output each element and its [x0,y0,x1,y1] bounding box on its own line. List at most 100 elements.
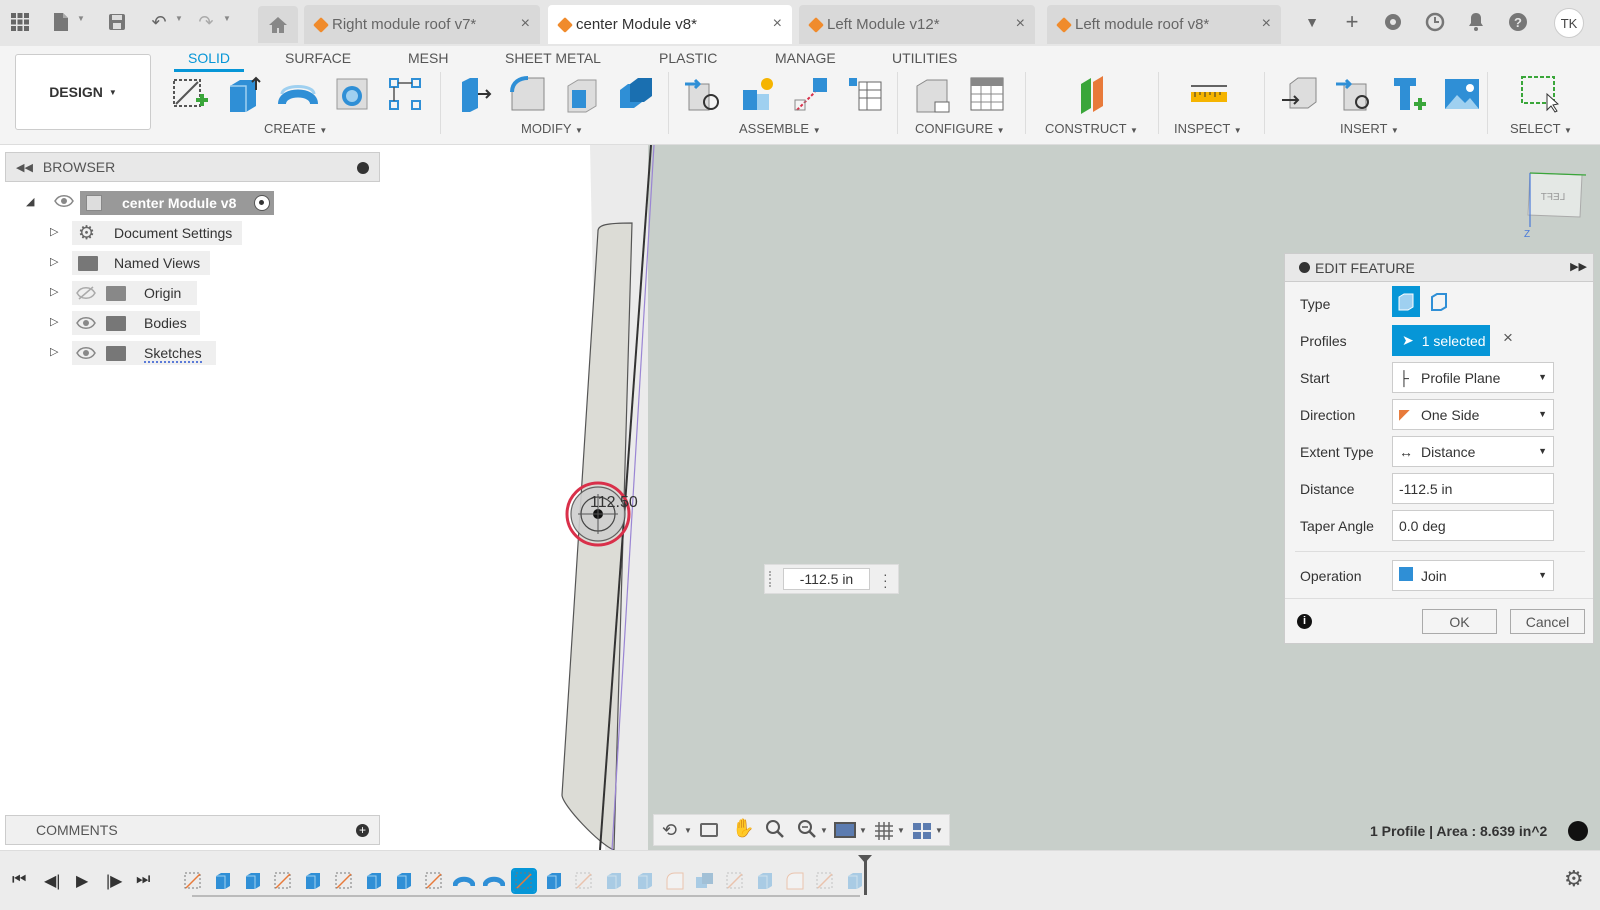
operation-select[interactable]: Join ▼ [1392,560,1554,591]
file-icon[interactable] [48,9,74,35]
select-group-label[interactable]: SELECT ▼ [1510,121,1572,136]
configure-box-icon[interactable] [913,74,953,114]
close-tab-icon[interactable]: × [1262,15,1271,33]
timeline-sketch-icon[interactable] [272,870,294,892]
display-caret-icon[interactable]: ▼ [859,826,867,835]
timeline-extrude-icon[interactable] [754,870,776,892]
pattern-icon[interactable] [385,74,425,114]
joint-icon[interactable] [737,74,777,114]
timeline-settings-gear-icon[interactable]: ⚙ [1564,866,1584,892]
tab-plastic[interactable]: PLASTIC [659,46,717,70]
timeline-sketch-icon[interactable] [573,870,595,892]
activate-radio-icon[interactable] [254,195,270,211]
comments-panel[interactable]: COMMENTS + [5,815,380,845]
expand-dialog-icon[interactable]: ▶▶ [1570,260,1587,273]
info-icon[interactable]: i [1297,614,1312,629]
orbit-caret-icon[interactable]: ▼ [684,826,692,835]
timeline-sketch-icon[interactable] [333,870,355,892]
grid-settings-icon[interactable] [874,821,894,844]
visibility-eye-icon[interactable] [76,315,96,334]
file-menu-caret-icon[interactable]: ▼ [77,14,85,23]
create-group-label[interactable]: CREATE ▼ [264,121,327,136]
ok-button[interactable]: OK [1422,609,1497,634]
timeline-sketch-icon[interactable] [511,868,538,894]
distance-field[interactable]: -112.5 in [1392,473,1554,504]
collapse-triangle-icon[interactable]: ◢ [26,195,34,208]
insert-derive-icon[interactable] [1280,74,1320,114]
collapse-dialog-icon[interactable] [1299,262,1310,273]
timeline-marker-head-icon[interactable] [858,855,872,863]
viewports-caret-icon[interactable]: ▼ [935,826,943,835]
timeline-extrude-icon[interactable] [393,870,415,892]
timeline-fillet-icon[interactable] [664,870,686,892]
as-built-joint-icon[interactable] [791,74,831,114]
direction-select[interactable]: ◤ One Side ▼ [1392,399,1554,430]
job-status-clock-icon[interactable] [1422,9,1448,35]
minimize-panel-icon[interactable] [357,162,369,174]
create-sketch-icon[interactable] [170,74,210,114]
type-thin-button[interactable] [1425,286,1453,317]
timeline-extrude-icon[interactable] [302,870,324,892]
cancel-button[interactable]: Cancel [1510,609,1585,634]
fillet-icon[interactable] [508,74,548,114]
save-icon[interactable] [104,9,130,35]
app-grid-icon[interactable] [7,9,33,35]
document-tab-left-module-roof[interactable]: Left module roof v8* × [1047,5,1281,44]
tab-surface[interactable]: SURFACE [285,46,351,70]
timeline-fillet-icon[interactable] [784,870,806,892]
tab-mesh[interactable]: MESH [408,46,448,70]
insert-canvas-image-icon[interactable] [1442,74,1482,114]
taper-angle-field[interactable]: 0.0 deg [1392,510,1554,541]
grid-caret-icon[interactable]: ▼ [897,826,905,835]
redo-icon[interactable]: ↷ [193,9,219,35]
insert-mcmaster-icon[interactable] [1388,74,1428,114]
timeline-extrude-icon[interactable] [634,870,656,892]
expand-triangle-icon[interactable]: ▷ [50,315,58,328]
timeline-marker[interactable] [864,859,867,895]
close-tab-icon[interactable]: × [521,15,530,33]
status-indicator-icon[interactable] [1568,821,1588,841]
timeline-sketch-icon[interactable] [814,870,836,892]
zoom-icon[interactable] [764,818,786,843]
timeline-sketch-icon[interactable] [724,870,746,892]
viewports-icon[interactable] [912,821,932,844]
clear-selection-icon[interactable]: × [1503,328,1513,348]
timeline-revolve-icon[interactable] [482,870,506,892]
measure-icon[interactable] [1189,74,1229,114]
extrude-icon[interactable] [224,74,264,114]
timeline-extrude-icon[interactable] [543,870,565,892]
inspect-group-label[interactable]: INSPECT ▼ [1174,121,1242,136]
modify-group-label[interactable]: MODIFY ▼ [521,121,583,136]
distance-manipulator[interactable]: -112.5 in · · · [764,564,899,594]
new-tab-plus-icon[interactable]: + [1339,9,1365,35]
timeline-combine-icon[interactable] [694,870,716,892]
profiles-selection-button[interactable]: ➤ 1 selected [1392,325,1490,356]
document-tab-right-module-roof[interactable]: Right module roof v7* × [304,5,540,44]
dialog-header[interactable]: EDIT FEATURE ▶▶ [1285,254,1593,282]
orbit-icon[interactable]: ⟲ [662,820,677,841]
home-icon[interactable] [258,6,298,43]
redo-caret-icon[interactable]: ▼ [223,14,231,23]
help-icon[interactable]: ? [1505,9,1531,35]
close-tab-icon[interactable]: × [1016,15,1025,33]
tab-utilities[interactable]: UTILITIES [892,46,957,70]
expand-triangle-icon[interactable]: ▷ [50,225,58,238]
start-select[interactable]: ├ Profile Plane ▼ [1392,362,1554,393]
timeline-extrude-icon[interactable] [212,870,234,892]
drag-handle-icon[interactable] [769,571,773,587]
zoom-caret-icon[interactable]: ▼ [820,826,828,835]
tab-sheet-metal[interactable]: SHEET METAL [505,46,601,70]
timeline-extrude-icon[interactable] [242,870,264,892]
document-tab-center-module[interactable]: center Module v8* × [548,5,792,44]
configuration-table-icon[interactable] [967,74,1007,114]
expand-triangle-icon[interactable]: ▷ [50,345,58,358]
step-back-icon[interactable]: ◀| [44,871,60,891]
extent-type-select[interactable]: ↔ Distance ▼ [1392,436,1554,467]
viewcube[interactable]: LEFT Z [1524,172,1587,240]
timeline-sketch-icon[interactable] [182,870,204,892]
type-solid-button[interactable] [1392,286,1420,317]
user-avatar[interactable]: TK [1554,8,1584,38]
timeline-extrude-icon[interactable] [363,870,385,892]
new-component-icon[interactable] [683,74,723,114]
configure-group-label[interactable]: CONFIGURE ▼ [915,121,1005,136]
